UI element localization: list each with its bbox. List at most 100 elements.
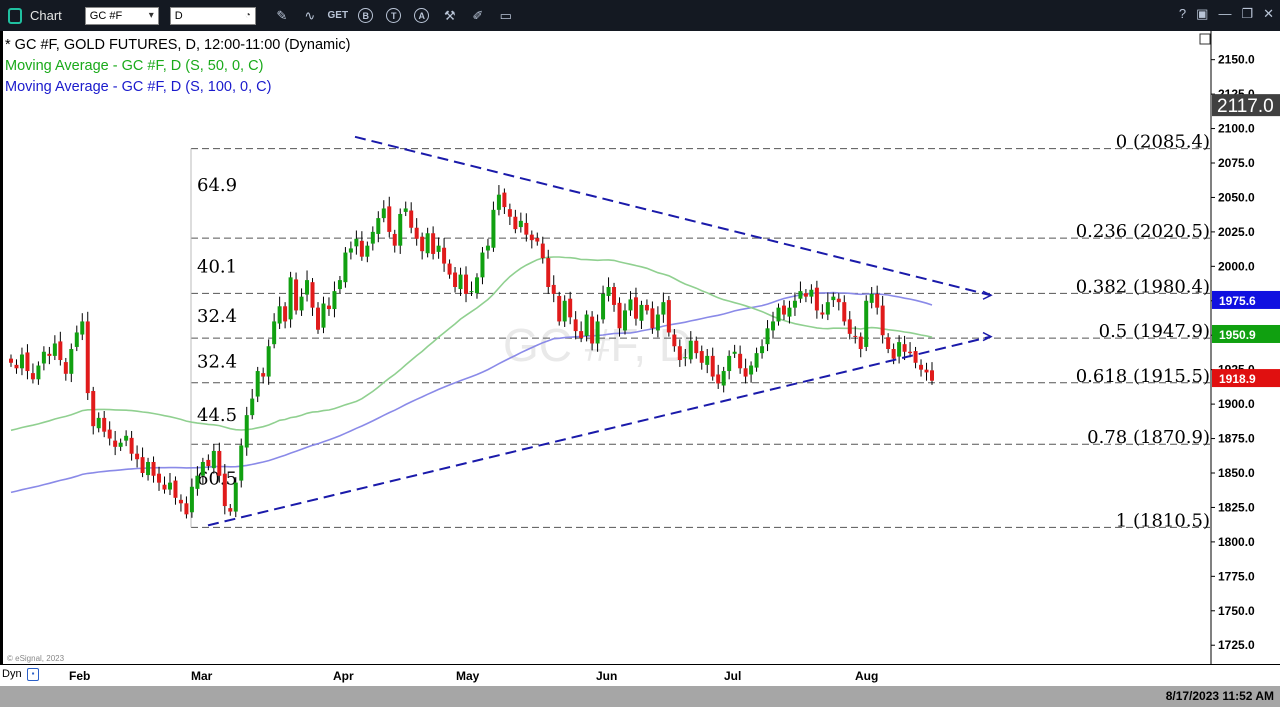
candle-body [474, 277, 479, 294]
candle-body [485, 245, 490, 251]
candle-body [716, 374, 721, 384]
candle-body [754, 353, 759, 368]
candle-body [58, 341, 63, 361]
candle-body [710, 355, 715, 377]
study-icon[interactable]: ∿ [300, 6, 320, 26]
legend-main: * GC #F, GOLD FUTURES, D, 12:00-11:00 (D… [5, 37, 351, 53]
candle-body [157, 473, 162, 483]
candle-body [239, 445, 244, 481]
candle-body [666, 300, 671, 333]
restore-icon[interactable]: ▣ [1196, 6, 1208, 22]
candle-body [217, 450, 222, 476]
price-chart[interactable]: GC #F, D0 (2085.4)0.236 (2020.5)0.382 (1… [3, 31, 1280, 664]
draw-pencil-icon[interactable]: ✎ [272, 6, 292, 26]
x-axis-label: Apr [333, 669, 354, 683]
x-axis-label: Jul [724, 669, 741, 683]
candle-body [496, 194, 501, 210]
candle-body [513, 216, 518, 230]
comment-icon[interactable]: ▭ [496, 6, 516, 26]
symbol-input[interactable]: GC #F ▾ [84, 6, 159, 25]
candle-body [200, 461, 205, 476]
candle-body [102, 417, 107, 432]
chart-area[interactable]: GC #F, D0 (2085.4) 0.236 (2020.5) 0.382 (1… [3, 31, 1280, 686]
ratio-label: 32.4 [197, 351, 237, 372]
candle-body [699, 351, 704, 363]
candle-body [107, 429, 112, 439]
candle-body [880, 305, 885, 336]
candle-body [80, 321, 85, 335]
candle-body [162, 484, 167, 490]
a-icon-label: A [414, 8, 430, 23]
interval-input[interactable]: D ◔ [169, 6, 256, 25]
close-icon[interactable]: ✕ [1263, 6, 1274, 22]
x-axis-label: Mar [191, 669, 213, 683]
candle-body [414, 227, 419, 239]
candle-body [606, 287, 611, 296]
candle-body [63, 362, 68, 374]
t-icon[interactable]: T [384, 6, 404, 26]
price-tick-label: 1775.0 [1218, 569, 1255, 583]
candle-body [814, 287, 819, 311]
candle-body [250, 398, 255, 416]
candle-body [809, 289, 814, 297]
candle-body [305, 280, 310, 295]
candle-body [557, 295, 562, 322]
fib-label: 0.382 (1980.4) [1076, 276, 1210, 297]
candle-body [19, 354, 24, 369]
time-axis[interactable]: Dyn ▪ Feb Mar Apr May Jun Jul Aug [0, 664, 1280, 686]
candle-body [771, 321, 776, 331]
price-badge-label: 1975.6 [1219, 294, 1256, 308]
candle-body [694, 340, 699, 354]
candle-body [189, 486, 194, 513]
candle-body [738, 353, 743, 369]
candle-body [387, 206, 392, 232]
candle-body [897, 342, 902, 357]
price-badge-label: 1950.9 [1219, 328, 1256, 342]
candle-body [326, 305, 331, 310]
x-axis-label: Feb [69, 669, 90, 683]
x-axis-labels: Feb Mar Apr May Jun Jul Aug [69, 669, 878, 683]
candle-body [124, 435, 129, 441]
candle-body [266, 346, 271, 377]
esignal-logo-icon [8, 7, 22, 24]
price-badge-label: 1918.9 [1219, 372, 1256, 386]
candle-body [167, 482, 172, 490]
candle-body [69, 349, 74, 374]
candle-body [337, 280, 342, 290]
candle-body [255, 371, 260, 397]
candle-body [294, 279, 299, 311]
chart-corner-button [1199, 33, 1211, 45]
edit-icon[interactable]: ✐ [468, 6, 488, 26]
t-icon-label: T [386, 8, 402, 23]
price-tick-label: 2100.0 [1218, 122, 1255, 136]
candle-body [529, 234, 534, 241]
candle-body [655, 314, 660, 331]
minimize-icon[interactable]: — [1218, 6, 1231, 22]
chevron-down-icon: ▾ [148, 9, 154, 21]
help-icon[interactable]: ? [1179, 6, 1186, 22]
candle-body [858, 336, 863, 349]
status-bar: 8/17/2023 11:52 AM [0, 686, 1280, 707]
price-tick-label: 1900.0 [1218, 397, 1255, 411]
candle-body [222, 473, 227, 507]
candle-body [85, 321, 90, 394]
ratio-label: 40.1 [197, 256, 237, 277]
candle-body [518, 220, 523, 228]
candle-body [803, 293, 808, 297]
price-badge-label: 2117.0 [1217, 96, 1274, 117]
candle-body [584, 314, 589, 336]
candle-body [74, 332, 79, 347]
candle-body [206, 459, 211, 467]
candle-body [129, 437, 134, 454]
tools-icon[interactable]: ⚒ [440, 6, 460, 26]
price-tick-label: 1825.0 [1218, 500, 1255, 514]
b-icon[interactable]: B [356, 6, 376, 26]
candle-body [480, 252, 485, 278]
candle-body [151, 461, 156, 476]
get-icon[interactable]: GET [328, 6, 349, 26]
candle-body [568, 298, 573, 318]
candle-body [233, 482, 238, 512]
maximize-icon[interactable]: ❐ [1241, 6, 1253, 22]
candle-body [469, 291, 474, 293]
a-icon[interactable]: A [412, 6, 432, 26]
